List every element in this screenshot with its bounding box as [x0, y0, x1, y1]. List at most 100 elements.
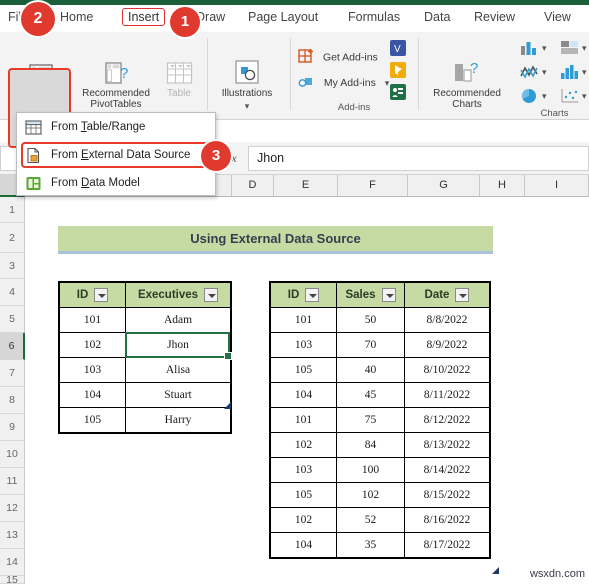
cell-date[interactable]: 8/15/2022 [404, 482, 490, 508]
row-header-8[interactable]: 8 [0, 387, 25, 414]
table-row[interactable]: 104 Stuart [59, 382, 231, 408]
bar-chart-chevron-down-icon[interactable]: ▾ [582, 43, 587, 54]
filter-dropdown-icon[interactable] [94, 288, 109, 302]
pie-chart-chevron-down-icon[interactable]: ▾ [542, 91, 547, 102]
pie-chart-icon[interactable] [520, 88, 540, 109]
get-addins-button[interactable]: Get Add-ins [298, 48, 378, 67]
cell-sales[interactable]: 35 [336, 532, 405, 558]
cell-id[interactable]: 101 [59, 307, 126, 333]
column-chart-chevron-down-icon[interactable]: ▾ [542, 43, 547, 54]
column-header-h[interactable]: H [480, 175, 525, 197]
cell-executive[interactable]: Stuart [125, 382, 231, 408]
tab-data[interactable]: Data [424, 10, 450, 24]
column-header-sales[interactable]: Sales [336, 282, 405, 308]
tab-home[interactable]: Home [60, 10, 93, 24]
row-header-10[interactable]: 10 [0, 441, 25, 468]
cell-sales[interactable]: 40 [336, 357, 405, 383]
menu-item-from-external-data-source[interactable]: From External Data Source [17, 141, 215, 169]
tab-page-layout[interactable]: Page Layout [248, 10, 318, 24]
cell-date[interactable]: 8/10/2022 [404, 357, 490, 383]
menu-item-from-table-range[interactable]: From Table/Range [17, 113, 215, 141]
table-row[interactable]: 103 100 8/14/2022 [270, 457, 490, 483]
formula-input[interactable]: Jhon [248, 146, 589, 171]
bing-maps-addin-icon[interactable] [390, 62, 406, 83]
column-header-g[interactable]: G [408, 175, 480, 197]
left-table-resize-handle[interactable] [224, 402, 231, 409]
cell-id[interactable]: 104 [270, 382, 337, 408]
row-header-15[interactable]: 15 [0, 576, 25, 584]
column-header-executives[interactable]: Executives [125, 282, 231, 308]
recommended-pivottables-button[interactable]: ? Recommended PivotTables [72, 62, 160, 110]
cell-id[interactable]: 103 [270, 457, 337, 483]
cell-date[interactable]: 8/9/2022 [404, 332, 490, 358]
sales-table[interactable]: ID Sales Date 101 50 8/8/2022 103 70 8/9… [269, 281, 491, 559]
table-row[interactable]: 102 Jhon [59, 332, 231, 358]
filter-dropdown-icon[interactable] [204, 288, 219, 302]
cell-sales[interactable]: 84 [336, 432, 405, 458]
filter-dropdown-icon[interactable] [305, 288, 320, 302]
column-header-f[interactable]: F [338, 175, 408, 197]
cell-date[interactable]: 8/11/2022 [404, 382, 490, 408]
row-header-11[interactable]: 11 [0, 468, 25, 495]
cell-sales[interactable]: 100 [336, 457, 405, 483]
cell-sales[interactable]: 50 [336, 307, 405, 333]
tab-insert[interactable]: Insert [122, 8, 166, 26]
table-row[interactable]: 101 50 8/8/2022 [270, 307, 490, 333]
cell-id[interactable]: 104 [270, 532, 337, 558]
cell-sales[interactable]: 102 [336, 482, 405, 508]
tab-review[interactable]: Review [474, 10, 515, 24]
menu-item-from-data-model[interactable]: From Data Model [17, 169, 215, 197]
row-header-4[interactable]: 4 [0, 279, 25, 306]
cell-date[interactable]: 8/14/2022 [404, 457, 490, 483]
column-header-d[interactable]: D [232, 175, 274, 197]
cell-sales[interactable]: 52 [336, 507, 405, 533]
row-header-5[interactable]: 5 [0, 306, 25, 333]
cell-id[interactable]: 102 [270, 432, 337, 458]
row-header-7[interactable]: 7 [0, 360, 25, 387]
tab-formulas[interactable]: Formulas [348, 10, 400, 24]
row-header-13[interactable]: 13 [0, 522, 25, 549]
cell-id[interactable]: 103 [270, 332, 337, 358]
table-row[interactable]: 101 75 8/12/2022 [270, 407, 490, 433]
illustrations-chevron-down-icon[interactable]: ▾ [206, 101, 288, 112]
row-header-1[interactable]: 1 [0, 197, 25, 223]
cell-id[interactable]: 101 [270, 407, 337, 433]
cell-executive[interactable]: Alisa [125, 357, 231, 383]
cell-id[interactable]: 102 [59, 332, 126, 358]
histogram-chart-icon[interactable] [560, 64, 580, 85]
filter-dropdown-icon[interactable] [381, 288, 396, 302]
executives-table[interactable]: ID Executives 101 Adam 102 Jhon 103 Alis… [58, 281, 232, 434]
cell-date[interactable]: 8/16/2022 [404, 507, 490, 533]
illustrations-button[interactable]: Illustrations ▾ [206, 60, 288, 112]
row-header-3[interactable]: 3 [0, 253, 25, 279]
line-chart-icon[interactable] [520, 64, 540, 85]
row-header-9[interactable]: 9 [0, 414, 25, 441]
table-row[interactable]: 103 70 8/9/2022 [270, 332, 490, 358]
cell-id[interactable]: 104 [59, 382, 126, 408]
cell-id[interactable]: 105 [270, 357, 337, 383]
line-chart-chevron-down-icon[interactable]: ▾ [542, 67, 547, 78]
column-header-i[interactable]: I [525, 175, 589, 197]
my-addins-chevron-down-icon[interactable]: ▾ [385, 78, 390, 88]
cell-executive[interactable]: Jhon [125, 332, 231, 358]
table-row[interactable]: 103 Alisa [59, 357, 231, 383]
cell-date[interactable]: 8/8/2022 [404, 307, 490, 333]
table-row[interactable]: 102 84 8/13/2022 [270, 432, 490, 458]
column-header-id[interactable]: ID [270, 282, 337, 308]
cell-id[interactable]: 102 [270, 507, 337, 533]
table-row[interactable]: 102 52 8/16/2022 [270, 507, 490, 533]
cell-id[interactable]: 101 [270, 307, 337, 333]
my-addins-button[interactable]: My Add-ins ▾ [298, 74, 389, 92]
cell-id[interactable]: 105 [270, 482, 337, 508]
table-row[interactable]: 104 45 8/11/2022 [270, 382, 490, 408]
row-header-12[interactable]: 12 [0, 495, 25, 522]
table-row[interactable]: 105 102 8/15/2022 [270, 482, 490, 508]
histogram-chart-chevron-down-icon[interactable]: ▾ [582, 67, 587, 78]
cell-sales[interactable]: 75 [336, 407, 405, 433]
scatter-chart-chevron-down-icon[interactable]: ▾ [582, 91, 587, 102]
cell-executive[interactable]: Adam [125, 307, 231, 333]
tab-draw[interactable]: Draw [196, 10, 225, 24]
recommended-charts-button[interactable]: ? Recommended Charts [424, 60, 510, 110]
cell-id[interactable]: 103 [59, 357, 126, 383]
table-row[interactable]: 101 Adam [59, 307, 231, 333]
